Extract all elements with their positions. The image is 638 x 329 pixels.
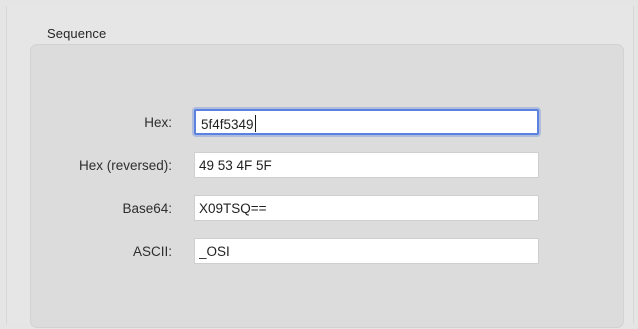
base64-row: Base64: (31, 193, 623, 223)
hex-reversed-row: Hex (reversed): (31, 150, 623, 180)
base64-label: Base64: (122, 201, 172, 216)
text-caret (254, 115, 256, 132)
hex-reversed-label: Hex (reversed): (78, 158, 172, 173)
ascii-label: ASCII: (132, 244, 172, 259)
sequence-group-box: Hex: 5f4f5349 Hex (reversed): Base64: AS… (30, 44, 624, 328)
hex-reversed-field[interactable] (194, 152, 539, 178)
base64-field[interactable] (194, 195, 539, 221)
group-title: Sequence (47, 26, 107, 41)
hex-value: 5f4f5349 (201, 115, 256, 132)
hex-label: Hex: (144, 115, 172, 130)
ascii-field[interactable] (194, 238, 539, 264)
ascii-row: ASCII: (31, 236, 623, 266)
hex-field[interactable]: 5f4f5349 (194, 109, 539, 135)
hex-row: Hex: 5f4f5349 (31, 107, 623, 137)
